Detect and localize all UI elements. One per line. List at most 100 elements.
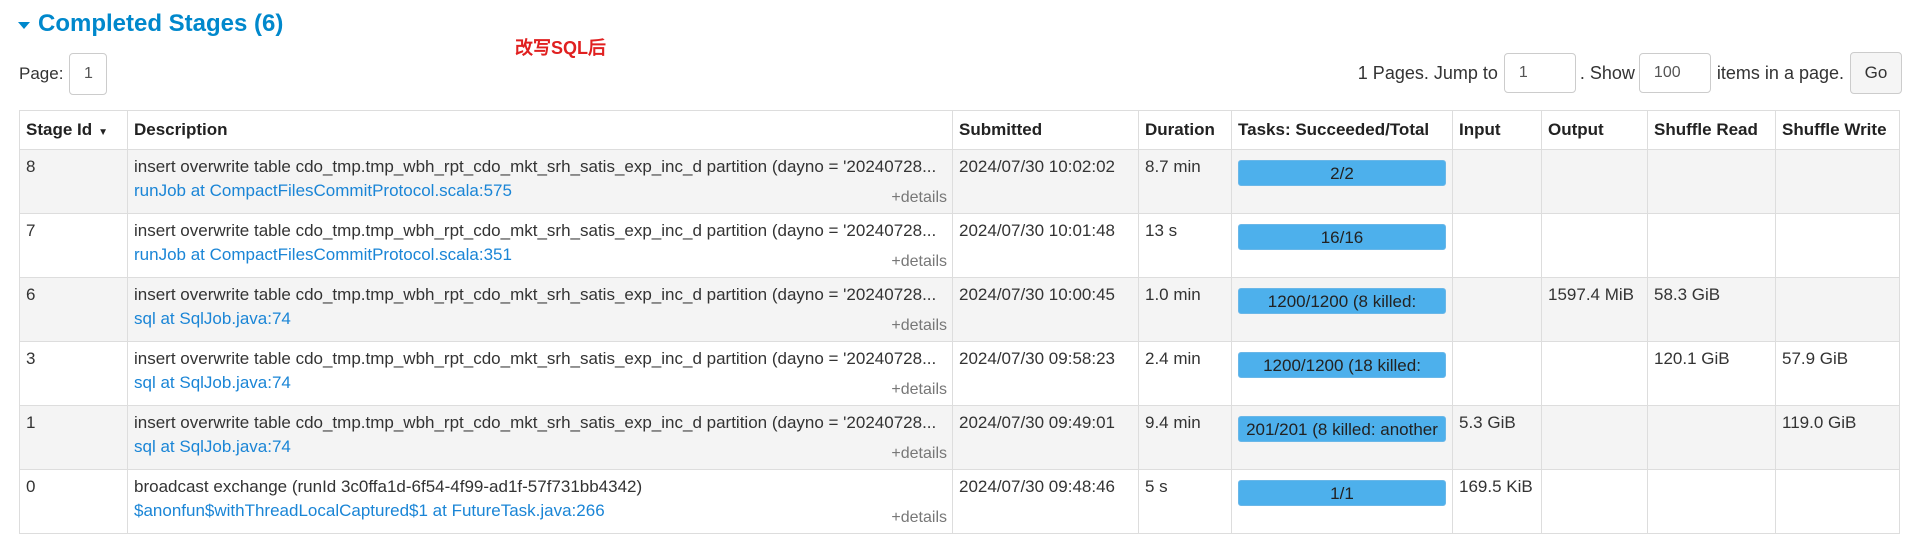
- stage-detail-link[interactable]: sql at SqlJob.java:74: [134, 437, 946, 457]
- page-selector: Page: 1: [19, 53, 108, 95]
- pages-text: 1 Pages. Jump to: [1357, 62, 1498, 83]
- description-cell: insert overwrite table cdo_tmp.tmp_wbh_r…: [127, 213, 953, 278]
- description-text: insert overwrite table cdo_tmp.tmp_wbh_r…: [134, 285, 937, 304]
- page-label: Page:: [19, 64, 64, 83]
- input-cell: 169.5 KiB: [1452, 469, 1542, 534]
- shuffle-write-cell: 119.0 GiB: [1775, 405, 1900, 470]
- header-duration[interactable]: Duration: [1138, 110, 1232, 150]
- tasks-cell: 1200/1200 (8 killed:: [1231, 277, 1453, 342]
- details-toggle[interactable]: +details: [891, 381, 947, 399]
- stage-id-cell: 8: [19, 149, 128, 214]
- table-row: 7 insert overwrite table cdo_tmp.tmp_wbh_…: [19, 213, 1900, 278]
- tasks-progress-bar: 2/2: [1238, 160, 1446, 186]
- duration-cell: 1.0 min: [1138, 277, 1232, 342]
- completed-stages-header[interactable]: Completed Stages (6): [18, 10, 283, 38]
- description-text: insert overwrite table cdo_tmp.tmp_wbh_r…: [134, 413, 937, 432]
- stage-id-cell: 7: [19, 213, 128, 278]
- table-row: 3 insert overwrite table cdo_tmp.tmp_wbh_…: [19, 341, 1900, 406]
- shuffle-read-cell: [1647, 213, 1776, 278]
- description-text: broadcast exchange (runId 3c0ffa1d-6f54-…: [134, 477, 643, 496]
- input-cell: [1452, 341, 1542, 406]
- stage-id-cell: 1: [19, 405, 128, 470]
- input-cell: [1452, 149, 1542, 214]
- tasks-cell: 2/2: [1231, 149, 1453, 214]
- stage-id-cell: 0: [19, 469, 128, 534]
- tasks-progress-bar: 1200/1200 (8 killed:: [1238, 288, 1446, 314]
- shuffle-read-cell: [1647, 469, 1776, 534]
- stage-detail-link[interactable]: sql at SqlJob.java:74: [134, 373, 946, 393]
- details-toggle[interactable]: +details: [891, 253, 947, 271]
- go-button[interactable]: Go: [1850, 52, 1902, 94]
- submitted-cell: 2024/07/30 09:49:01: [952, 405, 1139, 470]
- table-header-row: Stage Id ▼ Description Submitted Duration…: [19, 110, 1900, 150]
- submitted-cell: 2024/07/30 09:48:46: [952, 469, 1139, 534]
- description-text: insert overwrite table cdo_tmp.tmp_wbh_r…: [134, 221, 937, 240]
- shuffle-write-cell: [1775, 277, 1900, 342]
- table-row: 8 insert overwrite table cdo_tmp.tmp_wbh_…: [19, 149, 1900, 214]
- table-row: 0 broadcast exchange (runId 3c0ffa1d-6f54…: [19, 469, 1900, 534]
- input-cell: [1452, 277, 1542, 342]
- stage-detail-link[interactable]: runJob at CompactFilesCommitProtocol.sca…: [134, 181, 946, 201]
- tasks-progress-bar: 1200/1200 (18 killed:: [1238, 352, 1446, 378]
- shuffle-read-cell: 58.3 GiB: [1647, 277, 1776, 342]
- description-text: insert overwrite table cdo_tmp.tmp_wbh_r…: [134, 349, 937, 368]
- output-cell: [1541, 213, 1648, 278]
- duration-cell: 5 s: [1138, 469, 1232, 534]
- submitted-cell: 2024/07/30 10:02:02: [952, 149, 1139, 214]
- duration-cell: 13 s: [1138, 213, 1232, 278]
- tasks-cell: 201/201 (8 killed: another: [1231, 405, 1453, 470]
- header-input[interactable]: Input: [1452, 110, 1542, 150]
- header-submitted[interactable]: Submitted: [952, 110, 1139, 150]
- details-toggle[interactable]: +details: [891, 509, 947, 527]
- pagination-controls: 1 Pages. Jump to 1 . Show 100 items in a…: [1358, 52, 1902, 94]
- tasks-cell: 1200/1200 (18 killed:: [1231, 341, 1453, 406]
- description-cell: insert overwrite table cdo_tmp.tmp_wbh_r…: [127, 341, 953, 406]
- sort-desc-icon[interactable]: ▼: [98, 127, 108, 138]
- page-size-input[interactable]: 100: [1638, 53, 1711, 93]
- show-label: . Show: [1579, 62, 1635, 83]
- output-cell: [1541, 149, 1648, 214]
- stage-detail-link[interactable]: runJob at CompactFilesCommitProtocol.sca…: [134, 245, 946, 265]
- submitted-cell: 2024/07/30 10:00:45: [952, 277, 1139, 342]
- section-title[interactable]: Completed Stages (6): [38, 10, 283, 38]
- description-text: insert overwrite table cdo_tmp.tmp_wbh_r…: [134, 157, 937, 176]
- stage-detail-link[interactable]: sql at SqlJob.java:74: [134, 309, 946, 329]
- submitted-cell: 2024/07/30 09:58:23: [952, 341, 1139, 406]
- header-tasks[interactable]: Tasks: Succeeded/Total: [1231, 110, 1453, 150]
- description-cell: broadcast exchange (runId 3c0ffa1d-6f54-…: [127, 469, 953, 534]
- header-stage-id[interactable]: Stage Id ▼: [19, 110, 128, 150]
- header-shuffle-write[interactable]: Shuffle Write: [1775, 110, 1900, 150]
- tasks-progress-bar: 1/1: [1238, 480, 1446, 506]
- header-description[interactable]: Description: [127, 110, 953, 150]
- shuffle-write-cell: [1775, 469, 1900, 534]
- stage-id-cell: 3: [19, 341, 128, 406]
- output-cell: [1541, 341, 1648, 406]
- details-toggle[interactable]: +details: [891, 317, 947, 335]
- stage-id-cell: 6: [19, 277, 128, 342]
- output-cell: [1541, 405, 1648, 470]
- duration-cell: 9.4 min: [1138, 405, 1232, 470]
- shuffle-write-cell: 57.9 GiB: [1775, 341, 1900, 406]
- page-number-button[interactable]: 1: [69, 53, 108, 95]
- header-shuffle-read[interactable]: Shuffle Read: [1647, 110, 1776, 150]
- input-cell: [1452, 213, 1542, 278]
- stage-detail-link[interactable]: $anonfun$withThreadLocalCaptured$1 at Fu…: [134, 501, 946, 521]
- tasks-cell: 16/16: [1231, 213, 1453, 278]
- input-cell: 5.3 GiB: [1452, 405, 1542, 470]
- output-cell: 1597.4 MiB: [1541, 277, 1648, 342]
- description-cell: insert overwrite table cdo_tmp.tmp_wbh_r…: [127, 405, 953, 470]
- jump-to-input[interactable]: 1: [1503, 53, 1576, 93]
- duration-cell: 2.4 min: [1138, 341, 1232, 406]
- stages-table: Stage Id ▼ Description Submitted Duration…: [19, 110, 1900, 534]
- submitted-cell: 2024/07/30 10:01:48: [952, 213, 1139, 278]
- output-cell: [1541, 469, 1648, 534]
- shuffle-read-cell: [1647, 405, 1776, 470]
- details-toggle[interactable]: +details: [891, 189, 947, 207]
- header-output[interactable]: Output: [1541, 110, 1648, 150]
- details-toggle[interactable]: +details: [891, 445, 947, 463]
- duration-cell: 8.7 min: [1138, 149, 1232, 214]
- tasks-progress-bar: 201/201 (8 killed: another: [1238, 416, 1446, 442]
- tasks-cell: 1/1: [1231, 469, 1453, 534]
- collapse-caret-icon[interactable]: [18, 22, 30, 29]
- items-label: items in a page.: [1716, 62, 1844, 83]
